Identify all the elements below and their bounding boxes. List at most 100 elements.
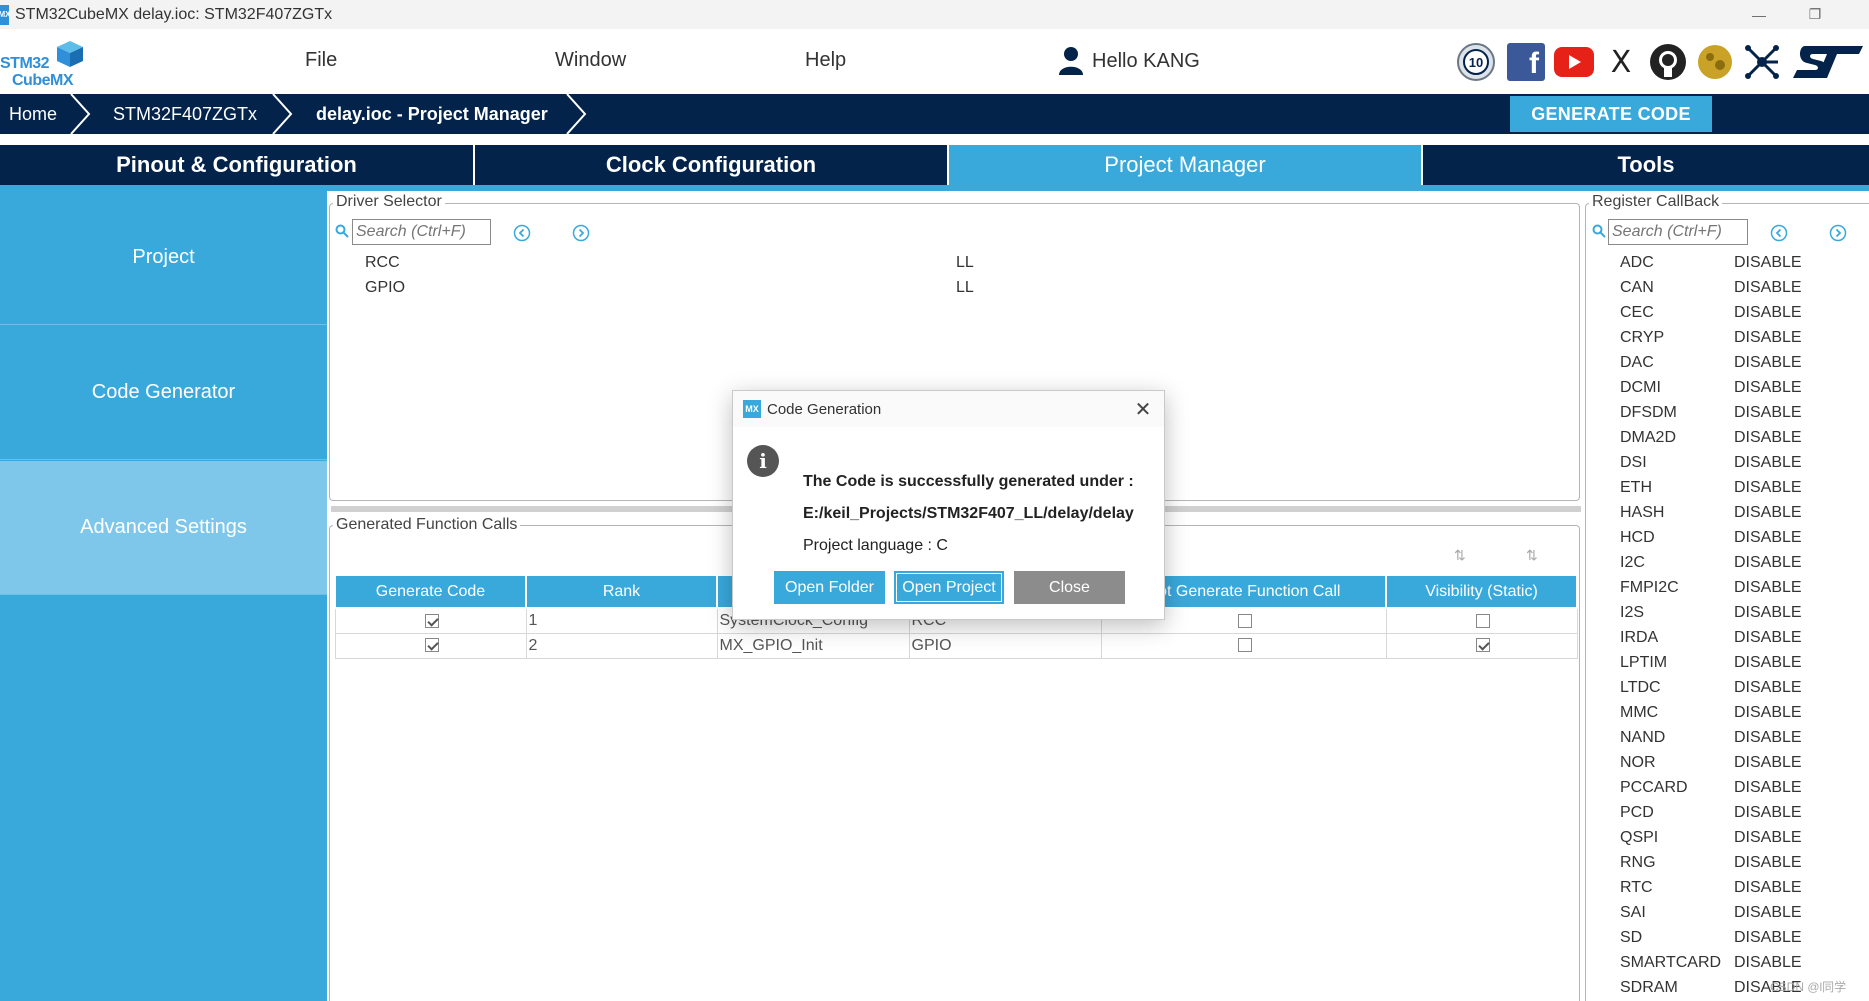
- next-arrow-icon[interactable]: [572, 224, 590, 242]
- register-search-input[interactable]: [1608, 219, 1748, 245]
- callback-value[interactable]: DISABLE: [1734, 554, 1802, 571]
- list-item[interactable]: ETH DISABLE: [1620, 479, 1802, 497]
- not-generate-checkbox[interactable]: [1237, 613, 1252, 628]
- list-item[interactable]: DSI DISABLE: [1620, 454, 1802, 472]
- visibility-cell[interactable]: [1385, 632, 1578, 659]
- driver-type[interactable]: LL: [956, 254, 974, 272]
- previous-arrow-icon[interactable]: [513, 224, 531, 242]
- youtube-icon[interactable]: [1553, 41, 1595, 83]
- list-item[interactable]: SMARTCARD DISABLE: [1620, 954, 1802, 972]
- list-item[interactable]: SAI DISABLE: [1620, 904, 1802, 922]
- next-arrow-icon[interactable]: [1829, 224, 1847, 242]
- callback-value[interactable]: DISABLE: [1734, 854, 1802, 871]
- callback-value[interactable]: DISABLE: [1734, 729, 1802, 746]
- st-logo-icon[interactable]: [1788, 41, 1868, 83]
- callback-value[interactable]: DISABLE: [1734, 904, 1802, 921]
- open-project-button[interactable]: Open Project: [894, 571, 1004, 604]
- menu-window[interactable]: Window: [555, 49, 626, 72]
- breadcrumb-project[interactable]: delay.ioc - Project Manager: [316, 94, 548, 134]
- breadcrumb-home[interactable]: Home: [9, 94, 57, 134]
- callback-value[interactable]: DISABLE: [1734, 604, 1802, 621]
- list-item[interactable]: DAC DISABLE: [1620, 354, 1802, 372]
- tab-pinout-configuration[interactable]: Pinout & Configuration: [0, 145, 475, 185]
- list-item[interactable]: IRDA DISABLE: [1620, 629, 1802, 647]
- column-generate-code[interactable]: Generate Code: [334, 574, 527, 609]
- sidebar-item-project[interactable]: Project: [0, 191, 327, 325]
- move-down-icon[interactable]: ⇅: [1526, 547, 1538, 564]
- not-generate-cell[interactable]: [1100, 632, 1387, 659]
- callback-value[interactable]: DISABLE: [1734, 504, 1802, 521]
- list-item[interactable]: FMPI2C DISABLE: [1620, 579, 1802, 597]
- generate-code-button[interactable]: GENERATE CODE: [1510, 96, 1712, 132]
- callback-value[interactable]: DISABLE: [1734, 929, 1802, 946]
- generate-cell[interactable]: [334, 632, 527, 659]
- tab-tools[interactable]: Tools: [1423, 145, 1869, 185]
- visibility-cell[interactable]: [1385, 607, 1578, 634]
- move-up-icon[interactable]: ⇅: [1454, 547, 1466, 564]
- generate-checkbox[interactable]: [424, 613, 439, 628]
- sidebar-item-code-generator[interactable]: Code Generator: [0, 326, 327, 460]
- callback-value[interactable]: DISABLE: [1734, 404, 1802, 421]
- driver-type[interactable]: LL: [956, 279, 974, 297]
- callback-value[interactable]: DISABLE: [1734, 304, 1802, 321]
- generate-cell[interactable]: [334, 607, 527, 634]
- list-item[interactable]: NAND DISABLE: [1620, 729, 1802, 747]
- github-icon[interactable]: [1647, 41, 1689, 83]
- breadcrumb-mcu[interactable]: STM32F407ZGTx: [113, 94, 257, 134]
- list-item[interactable]: SD DISABLE: [1620, 929, 1802, 947]
- list-item[interactable]: HASH DISABLE: [1620, 504, 1802, 522]
- callback-value[interactable]: DISABLE: [1734, 954, 1802, 971]
- callback-value[interactable]: DISABLE: [1734, 654, 1802, 671]
- callback-value[interactable]: DISABLE: [1734, 879, 1802, 896]
- column-visibility[interactable]: Visibility (Static): [1385, 574, 1578, 609]
- list-item[interactable]: I2C DISABLE: [1620, 554, 1802, 572]
- community-icon[interactable]: [1694, 41, 1736, 83]
- list-item[interactable]: LPTIM DISABLE: [1620, 654, 1802, 672]
- table-row[interactable]: 2 MX_GPIO_Init GPIO: [334, 632, 1578, 659]
- list-item[interactable]: RTC DISABLE: [1620, 879, 1802, 897]
- list-item[interactable]: CAN DISABLE: [1620, 279, 1802, 297]
- user-menu[interactable]: Hello KANG: [1058, 46, 1200, 76]
- list-item[interactable]: DCMI DISABLE: [1620, 379, 1802, 397]
- callback-value[interactable]: DISABLE: [1734, 379, 1802, 396]
- not-generate-checkbox[interactable]: [1237, 638, 1252, 653]
- callback-value[interactable]: DISABLE: [1734, 479, 1802, 496]
- callback-value[interactable]: DISABLE: [1734, 354, 1802, 371]
- list-item[interactable]: PCD DISABLE: [1620, 804, 1802, 822]
- restore-button[interactable]: ❐: [1792, 0, 1838, 29]
- list-item[interactable]: DFSDM DISABLE: [1620, 404, 1802, 422]
- facebook-icon[interactable]: f: [1505, 41, 1547, 83]
- callback-value[interactable]: DISABLE: [1734, 254, 1802, 271]
- tab-project-manager[interactable]: Project Manager: [949, 145, 1423, 185]
- network-icon[interactable]: [1741, 41, 1783, 83]
- list-item[interactable]: I2S DISABLE: [1620, 604, 1802, 622]
- list-item[interactable]: ADC DISABLE: [1620, 254, 1802, 272]
- minimize-button[interactable]: —: [1736, 0, 1782, 29]
- x-twitter-icon[interactable]: X: [1600, 41, 1642, 83]
- menu-help[interactable]: Help: [805, 49, 846, 72]
- list-item[interactable]: HCD DISABLE: [1620, 529, 1802, 547]
- list-item[interactable]: NOR DISABLE: [1620, 754, 1802, 772]
- callback-value[interactable]: DISABLE: [1734, 704, 1802, 721]
- list-item[interactable]: CRYP DISABLE: [1620, 329, 1802, 347]
- list-item[interactable]: PCCARD DISABLE: [1620, 779, 1802, 797]
- list-item[interactable]: MMC DISABLE: [1620, 704, 1802, 722]
- callback-value[interactable]: DISABLE: [1734, 804, 1802, 821]
- list-item[interactable]: RNG DISABLE: [1620, 854, 1802, 872]
- callback-value[interactable]: DISABLE: [1734, 829, 1802, 846]
- driver-search-input[interactable]: [352, 219, 491, 245]
- close-button[interactable]: Close: [1014, 571, 1125, 604]
- callback-value[interactable]: DISABLE: [1734, 279, 1802, 296]
- callback-value[interactable]: DISABLE: [1734, 629, 1802, 646]
- callback-value[interactable]: DISABLE: [1734, 454, 1802, 471]
- menu-file[interactable]: File: [305, 49, 337, 72]
- callback-value[interactable]: DISABLE: [1734, 754, 1802, 771]
- callback-value[interactable]: DISABLE: [1734, 529, 1802, 546]
- visibility-checkbox[interactable]: [1475, 638, 1490, 653]
- list-item[interactable]: LTDC DISABLE: [1620, 679, 1802, 697]
- list-item[interactable]: QSPI DISABLE: [1620, 829, 1802, 847]
- callback-value[interactable]: DISABLE: [1734, 429, 1802, 446]
- callback-value[interactable]: DISABLE: [1734, 579, 1802, 596]
- generate-checkbox[interactable]: [424, 638, 439, 653]
- list-item[interactable]: CEC DISABLE: [1620, 304, 1802, 322]
